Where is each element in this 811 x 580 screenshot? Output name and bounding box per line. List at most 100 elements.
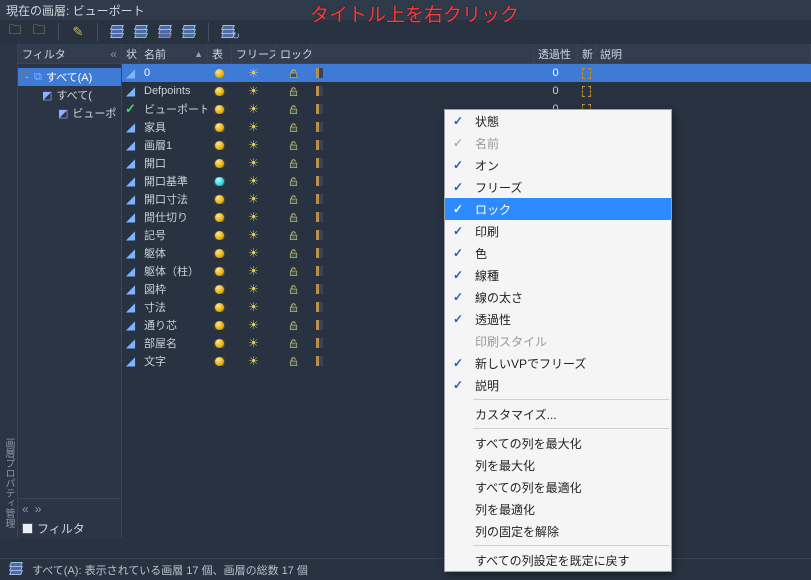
sun-icon[interactable]: ☀ (248, 174, 259, 188)
new-layer-vp-icon[interactable] (132, 23, 150, 41)
lightbulb-icon[interactable] (215, 303, 224, 312)
lock-open-icon[interactable] (288, 158, 299, 169)
cell-name[interactable]: 画層1 (140, 137, 208, 153)
cell-status[interactable]: ◢ (122, 174, 140, 188)
cell-on[interactable] (208, 123, 232, 132)
lock-open-icon[interactable] (288, 302, 299, 313)
cell-name[interactable]: 間仕切り (140, 209, 208, 225)
lock-open-icon[interactable] (288, 356, 299, 367)
menu-item[interactable]: 列の固定を解除 (445, 520, 671, 542)
lock-open-icon[interactable] (288, 212, 299, 223)
menu-item[interactable]: カスタマイズ... (445, 403, 671, 425)
cell-on[interactable] (208, 69, 232, 78)
cell-freeze[interactable]: ☀ (232, 210, 276, 224)
menu-item[interactable]: 列を最適化 (445, 498, 671, 520)
lightbulb-icon[interactable] (215, 357, 224, 366)
cell-lock[interactable] (276, 194, 312, 205)
cell-on[interactable] (208, 195, 232, 204)
lock-open-icon[interactable] (288, 194, 299, 205)
cell-lock[interactable] (276, 248, 312, 259)
cell-name[interactable]: 通り芯 (140, 317, 208, 333)
menu-item[interactable]: ✓フリーズ (445, 176, 671, 198)
col-name[interactable]: 名前 ▲ (140, 44, 208, 63)
cell-status[interactable]: ◢ (122, 192, 140, 206)
cell-lock[interactable] (276, 140, 312, 151)
cell-freeze[interactable]: ☀ (232, 300, 276, 314)
cell-freeze[interactable]: ☀ (232, 246, 276, 260)
cell-on[interactable] (208, 249, 232, 258)
cell-name[interactable]: Defpoints (140, 85, 208, 97)
menu-item[interactable]: 列を最大化 (445, 454, 671, 476)
cell-freeze[interactable]: ☀ (232, 264, 276, 278)
lock-open-icon[interactable] (288, 86, 299, 97)
cell-name[interactable]: 部屋名 (140, 335, 208, 351)
cell-name[interactable]: 開口基準 (140, 173, 208, 189)
new-layer-icon[interactable] (108, 23, 126, 41)
vp-freeze-icon[interactable] (582, 86, 591, 97)
sun-icon[interactable]: ☀ (248, 120, 259, 134)
tree-expander-icon[interactable]: - (22, 72, 32, 82)
cell-freeze[interactable]: ☀ (232, 138, 276, 152)
cell-lock[interactable] (276, 68, 312, 79)
lock-open-icon[interactable] (288, 338, 299, 349)
cell-lock[interactable] (276, 176, 312, 187)
grid-header[interactable]: 状 名前 ▲ 表 フリーズ ロック 透過性 新 説明 (122, 44, 811, 64)
cell-lock[interactable] (276, 266, 312, 277)
col-lock[interactable]: ロック (276, 44, 312, 63)
sun-icon[interactable]: ☀ (248, 282, 259, 296)
lock-open-icon[interactable] (288, 266, 299, 277)
search-layer-icon[interactable]: 🗀 (6, 23, 24, 41)
cell-on[interactable] (208, 285, 232, 294)
sun-icon[interactable]: ☀ (248, 210, 259, 224)
lightbulb-icon[interactable] (215, 69, 224, 78)
lock-open-icon[interactable] (288, 68, 299, 79)
cell-name[interactable]: 寸法 (140, 299, 208, 315)
cell-freeze[interactable]: ☀ (232, 84, 276, 98)
cell-name[interactable]: 躯体（柱） (140, 263, 208, 279)
filter-tree-item[interactable]: -⧉すべて(A) (18, 68, 121, 86)
lightbulb-icon[interactable] (215, 339, 224, 348)
cell-freeze[interactable]: ☀ (232, 228, 276, 242)
cell-status[interactable]: ◢ (122, 300, 140, 314)
invert-filter-row[interactable]: フィルタ (18, 518, 121, 538)
cell-on[interactable] (208, 357, 232, 366)
menu-item[interactable]: すべての列を最大化 (445, 432, 671, 454)
lock-open-icon[interactable] (288, 122, 299, 133)
refresh-icon[interactable] (219, 23, 237, 41)
cell-transparency[interactable]: 0 (534, 85, 578, 97)
menu-item[interactable]: ✓新しいVPでフリーズ (445, 352, 671, 374)
menu-item[interactable]: すべての列を最適化 (445, 476, 671, 498)
cell-lock[interactable] (276, 104, 312, 115)
sun-icon[interactable]: ☀ (248, 66, 259, 80)
menu-item[interactable]: ✓オン (445, 154, 671, 176)
cell-freeze[interactable]: ☀ (232, 156, 276, 170)
cell-lock[interactable] (276, 320, 312, 331)
lightbulb-icon[interactable] (215, 123, 224, 132)
cell-name[interactable]: 開口 (140, 155, 208, 171)
lightbulb-icon[interactable] (215, 267, 224, 276)
cell-status[interactable]: ◢ (122, 66, 140, 80)
lock-open-icon[interactable] (288, 230, 299, 241)
cell-status[interactable]: ◢ (122, 282, 140, 296)
layer-row[interactable]: ◢0☀0 (122, 64, 811, 82)
cell-freeze[interactable]: ☀ (232, 102, 276, 116)
lightbulb-icon[interactable] (215, 321, 224, 330)
cell-on[interactable] (208, 213, 232, 222)
cell-on[interactable] (208, 141, 232, 150)
cell-freeze[interactable]: ☀ (232, 174, 276, 188)
cell-on[interactable] (208, 159, 232, 168)
menu-item[interactable]: ✓線種 (445, 264, 671, 286)
cell-freeze[interactable]: ☀ (232, 66, 276, 80)
lightbulb-icon[interactable] (215, 249, 224, 258)
filter-tree-item[interactable]: ◩すべて( (18, 86, 121, 104)
cell-name[interactable]: 家具 (140, 119, 208, 135)
cell-freeze[interactable]: ☀ (232, 192, 276, 206)
cell-name[interactable]: 文字 (140, 353, 208, 369)
invert-filter-checkbox[interactable] (22, 523, 33, 534)
page-prev-icon[interactable]: « (22, 502, 29, 516)
sun-icon[interactable]: ☀ (248, 102, 259, 116)
cell-lock[interactable] (276, 158, 312, 169)
cell-freeze[interactable]: ☀ (232, 120, 276, 134)
cell-status[interactable]: ◢ (122, 336, 140, 350)
menu-item[interactable]: ✓色 (445, 242, 671, 264)
